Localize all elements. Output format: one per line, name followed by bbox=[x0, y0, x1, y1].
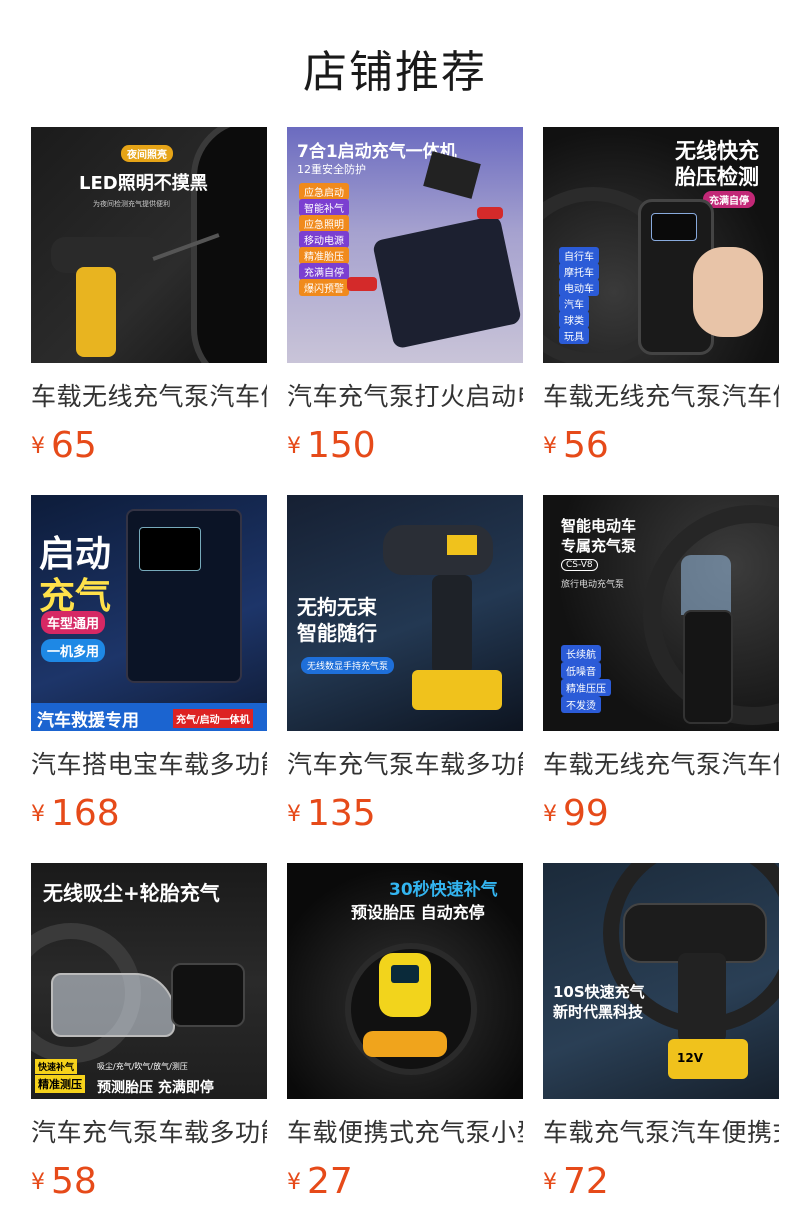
product-image[interactable]: 30秒快速补气 预设胎压 自动充停 bbox=[287, 863, 523, 1099]
product-price: ¥58 bbox=[31, 1161, 97, 1202]
product-card[interactable]: 无拘无束 智能随行 无线数显手持充气泵 汽车充气泵车载多功能 ¥135 bbox=[287, 495, 523, 834]
product-image[interactable]: 夜间照亮 LED照明不摸黑 为夜间检测充气提供便利 bbox=[31, 127, 267, 363]
product-card[interactable]: 12V 10S快速充气 新时代黑科技 车载充气泵汽车便携式 ¥72 bbox=[543, 863, 779, 1202]
product-image[interactable]: 无线吸尘+轮胎充气 快速补气 精准测压 吸尘/充气/吹气/放气/测压 预测胎压 … bbox=[31, 863, 267, 1099]
product-image[interactable]: 12V 10S快速充气 新时代黑科技 bbox=[543, 863, 779, 1099]
product-price: ¥150 bbox=[287, 425, 376, 466]
product-card[interactable]: 30秒快速补气 预设胎压 自动充停 车载便携式充气泵小型 ¥27 bbox=[287, 863, 523, 1202]
product-name[interactable]: 车载便携式充气泵小型 bbox=[287, 1113, 523, 1149]
product-price: ¥27 bbox=[287, 1161, 353, 1202]
product-name[interactable]: 汽车充气泵车载多功能 bbox=[31, 1113, 267, 1149]
product-image[interactable]: 无线快充 胎压检测 充满自停 自行车 摩托车 电动车 汽车 球类 玩具 bbox=[543, 127, 779, 363]
product-name[interactable]: 车载无线充气泵汽车便携式 bbox=[31, 377, 267, 413]
product-price: ¥56 bbox=[543, 425, 609, 466]
product-name[interactable]: 汽车搭电宝车载多功能 bbox=[31, 745, 267, 781]
product-card[interactable]: 7合1启动充气一体机 12重安全防护 应急启动 智能补气 应急照明 移动电源 精… bbox=[287, 127, 523, 466]
product-card[interactable]: 智能电动车 专属充气泵 CS-V8 旅行电动充气泵 长续航 低噪音 精准压压 不… bbox=[543, 495, 779, 834]
page-title: 店铺推荐 bbox=[303, 47, 487, 98]
product-price: ¥168 bbox=[31, 793, 120, 834]
product-name[interactable]: 汽车充气泵车载多功能 bbox=[287, 745, 523, 781]
product-card[interactable]: 无线吸尘+轮胎充气 快速补气 精准测压 吸尘/充气/吹气/放气/测压 预测胎压 … bbox=[31, 863, 267, 1202]
product-card[interactable]: 启动 充气 车型通用 一机多用 汽车救援专用 充气/启动一体机 汽车搭电宝车载多… bbox=[31, 495, 267, 834]
product-image[interactable]: 智能电动车 专属充气泵 CS-V8 旅行电动充气泵 长续航 低噪音 精准压压 不… bbox=[543, 495, 779, 731]
product-name[interactable]: 车载无线充气泵汽车便携式 bbox=[543, 745, 779, 781]
product-name[interactable]: 车载充气泵汽车便携式 bbox=[543, 1113, 779, 1149]
product-price: ¥135 bbox=[287, 793, 376, 834]
product-price: ¥99 bbox=[543, 793, 609, 834]
product-card[interactable]: 夜间照亮 LED照明不摸黑 为夜间检测充气提供便利 车载无线充气泵汽车便携式 ¥… bbox=[31, 127, 267, 466]
product-image[interactable]: 7合1启动充气一体机 12重安全防护 应急启动 智能补气 应急照明 移动电源 精… bbox=[287, 127, 523, 363]
product-price: ¥65 bbox=[31, 425, 97, 466]
product-card[interactable]: 无线快充 胎压检测 充满自停 自行车 摩托车 电动车 汽车 球类 玩具 车载无线… bbox=[543, 127, 779, 466]
product-image[interactable]: 无拘无束 智能随行 无线数显手持充气泵 bbox=[287, 495, 523, 731]
product-name[interactable]: 汽车充气泵打火启动电源 bbox=[287, 377, 523, 413]
product-price: ¥72 bbox=[543, 1161, 609, 1202]
product-image[interactable]: 启动 充气 车型通用 一机多用 汽车救援专用 充气/启动一体机 bbox=[31, 495, 267, 731]
product-name[interactable]: 车载无线充气泵汽车便携式 bbox=[543, 377, 779, 413]
